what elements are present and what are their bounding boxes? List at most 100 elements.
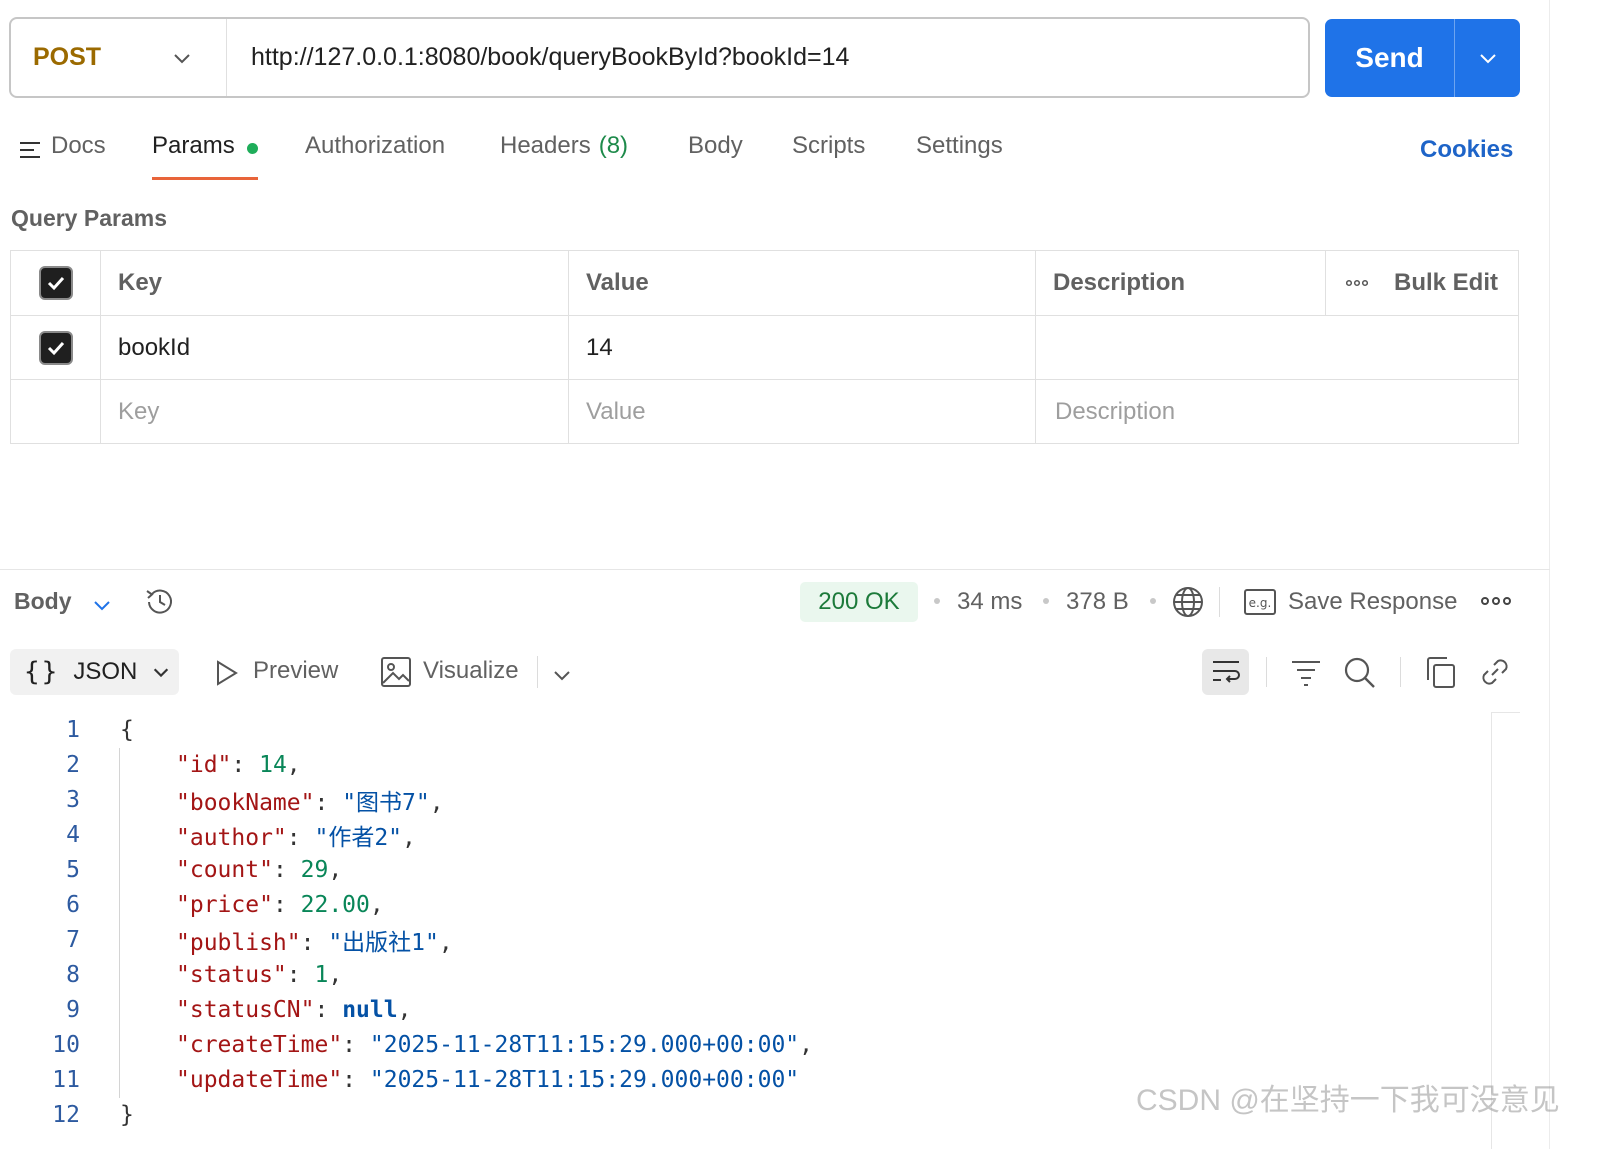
filter-icon[interactable] [1290,656,1322,688]
code-text: "price": 22.00, [176,891,384,918]
param-description-input[interactable] [1035,316,1518,379]
more-icon[interactable] [1346,279,1368,287]
preview-button[interactable]: Preview [253,657,338,685]
chevron-down-icon[interactable] [91,594,113,616]
new-key-input[interactable]: Key [100,380,568,443]
code-text: "count": 29, [176,856,343,883]
tab-body[interactable]: Body [688,128,743,180]
field-status: 1 [314,961,329,988]
line-number: 11 [52,1066,80,1093]
watermark: CSDN @在坚持一下我可没意见 [1136,1084,1560,1117]
code-line: 1 { [0,712,1490,747]
params-table: Key Value Description Bulk Edit bookId 1… [10,250,1519,444]
code-line: 10 "createTime": "2025-11-28T11:15:29.00… [0,1027,1490,1062]
globe-icon[interactable] [1171,585,1205,619]
method-select[interactable]: POST [11,19,227,96]
chevron-down-icon [174,54,190,64]
line-number: 9 [66,996,80,1023]
save-response-button[interactable]: Save Response [1288,588,1457,616]
code-text: "author": "作者2", [176,824,416,851]
line-number: 8 [66,961,80,988]
field-count: 29 [300,856,329,883]
history-icon[interactable] [143,585,177,619]
image-icon[interactable] [381,657,411,687]
tab-docs[interactable]: Docs [19,128,106,180]
link-icon[interactable] [1479,656,1511,688]
line-number: 6 [66,891,80,918]
check-icon [47,341,64,355]
status-badge[interactable]: 200 OK [800,582,918,622]
chevron-down-icon [1479,54,1496,64]
code-text: "statusCN": null, [176,996,412,1023]
select-all-checkbox[interactable] [38,266,73,300]
tab-authorization-label: Authorization [305,132,446,159]
row-checkbox-cell [11,316,100,379]
column-header-description: Description [1035,251,1325,315]
line-number: 12 [52,1101,80,1128]
eg-icon[interactable]: e.g. [1244,589,1276,615]
param-value-input[interactable]: 14 [568,316,1035,379]
response-time[interactable]: 34 ms [957,588,1022,616]
tab-scripts-label: Scripts [792,132,866,159]
code-text: "bookName": "图书7", [176,789,444,816]
send-button[interactable]: Send [1325,19,1455,97]
field-price: 22.00 [300,891,370,918]
tab-authorization[interactable]: Authorization [305,128,445,180]
tab-params[interactable]: Params [152,128,258,180]
param-key-input[interactable]: bookId [100,316,568,379]
tab-headers[interactable]: Headers (8) [500,128,628,180]
line-number: 7 [66,926,80,953]
bulk-edit-cell: Bulk Edit [1325,251,1518,315]
code-line: 7 "publish": "出版社1", [0,922,1490,957]
new-value-input[interactable]: Value [568,380,1035,443]
separator-dot [1043,598,1049,604]
wrap-lines-button[interactable] [1202,649,1249,695]
field-id: 14 [259,751,287,778]
tab-headers-label: Headers [500,132,591,159]
code-line: 2 "id": 14, [0,747,1490,782]
visualize-button[interactable]: Visualize [423,657,519,685]
format-select[interactable]: {} JSON [10,649,179,695]
bulk-edit-button[interactable]: Bulk Edit [1394,269,1498,297]
line-number: 5 [66,856,80,883]
empty-checkbox-cell [11,380,100,443]
response-body-label[interactable]: Body [14,588,72,615]
line-number: 4 [66,821,80,848]
response-divider[interactable] [0,569,1550,570]
table-row-new: Key Value Description [11,379,1518,443]
code-line: 4 "author": "作者2", [0,817,1490,852]
tab-settings-label: Settings [916,132,1003,159]
tab-scripts[interactable]: Scripts [792,128,865,180]
field-author: "作者2" [314,824,403,851]
toolbar-divider [1266,657,1267,687]
query-params-title: Query Params [11,205,167,231]
table-header-row: Key Value Description Bulk Edit [11,251,1518,315]
separator-dot [1150,598,1156,604]
chevron-down-icon[interactable] [551,664,573,686]
cookies-link[interactable]: Cookies [1420,136,1513,164]
row-checkbox[interactable] [38,330,73,365]
new-description-input[interactable]: Description [1035,380,1518,443]
method-label: POST [33,43,102,71]
code-text: "id": 14, [176,751,301,778]
code-text: "createTime": "2025-11-28T11:15:29.000+0… [176,1031,813,1058]
svg-text:e.g.: e.g. [1249,596,1272,610]
search-icon[interactable] [1343,656,1377,690]
more-icon[interactable] [1481,596,1511,606]
send-dropdown-button[interactable] [1455,19,1520,97]
field-statuscn: null [342,996,398,1023]
wrap-icon [1212,661,1240,683]
headers-count: (8) [598,132,629,159]
code-text: "updateTime": "2025-11-28T11:15:29.000+0… [176,1066,800,1093]
response-size[interactable]: 378 B [1066,588,1129,616]
url-input[interactable]: http://127.0.0.1:8080/book/queryBookById… [227,43,849,72]
column-header-key: Key [100,251,568,315]
braces-icon: {} [24,657,60,687]
code-line: 3 "bookName": "图书7", [0,782,1490,817]
copy-icon[interactable] [1425,656,1457,690]
tab-settings[interactable]: Settings [916,128,1003,180]
code-line: 9 "statusCN": null, [0,992,1490,1027]
code-line: 5 "count": 29, [0,852,1490,887]
play-icon[interactable] [214,659,240,687]
request-tabs: Docs Params Authorization Headers (8) Bo… [0,128,1540,180]
